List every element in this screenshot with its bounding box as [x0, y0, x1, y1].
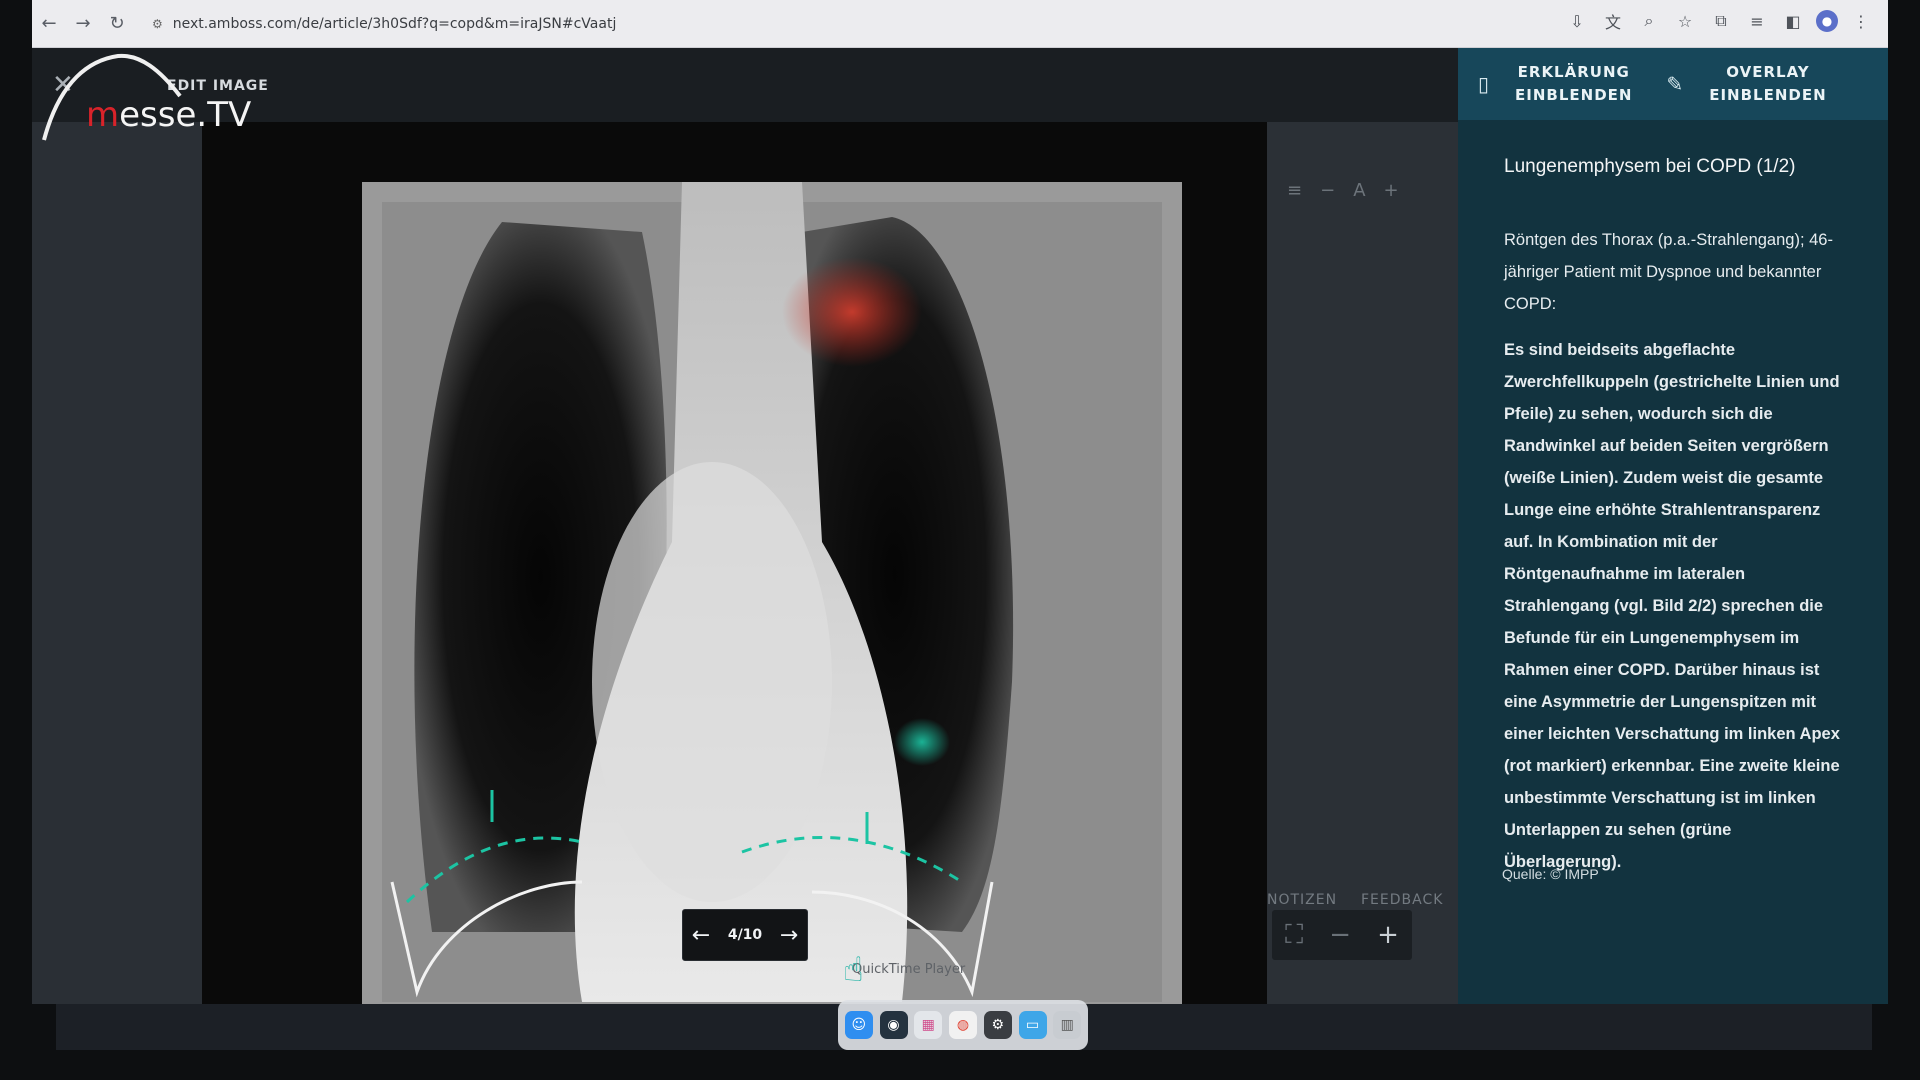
fullscreen-icon[interactable]: ⛶ — [1285, 920, 1303, 951]
explanation-intro: Röntgen des Thorax (p.a.-Strahlengang); … — [1504, 231, 1833, 313]
launchpad-icon[interactable]: ▦ — [914, 1011, 943, 1039]
back-icon[interactable]: ← — [32, 7, 66, 41]
explanation-body: Es sind beidseits abgeflachte Zwerchfell… — [1504, 341, 1840, 871]
text-smaller-icon[interactable]: − — [1320, 180, 1335, 201]
profile-avatar[interactable]: ● — [1816, 10, 1838, 32]
browser-actions: ⇩ 文 ⌕ ☆ ⧉ ≡ ◧ ● ⋮ — [1564, 8, 1874, 34]
zoom-in-icon[interactable]: + — [1377, 920, 1399, 950]
page-counter: 4/10 — [727, 927, 763, 943]
text-larger-icon[interactable]: + — [1384, 180, 1399, 201]
install-app-icon[interactable]: ⇩ — [1564, 8, 1590, 34]
screenshot: { "browser": { "url": "next.amboss.com/d… — [0, 0, 1920, 1080]
quicktime-label: QuickTime Player — [852, 962, 966, 977]
xray-image — [202, 122, 1267, 1004]
screen-capture-icon[interactable]: ◉ — [879, 1011, 908, 1039]
text-size-tools: ≡ − A + — [1287, 180, 1399, 201]
extensions-icon[interactable]: ⧉ — [1708, 8, 1734, 34]
font-size-icon[interactable]: A — [1353, 180, 1365, 201]
prev-image-icon[interactable]: ← — [692, 923, 710, 948]
image-source: Quelle: © IMPP — [1502, 866, 1599, 882]
zoom-out-icon[interactable]: − — [1329, 920, 1351, 950]
site-info-icon[interactable]: ⚙ — [152, 17, 163, 31]
image-viewer: ✕ EDIT IMAGE ≡ − A + NOTIZEN FEEDBACK ⛶ … — [32, 48, 1888, 1004]
pencil-icon: ✎ — [1666, 72, 1684, 96]
explanation-title: Lungenemphysem bei COPD (1/2) — [1504, 156, 1796, 177]
menu-icon[interactable]: ⋮ — [1848, 8, 1874, 34]
show-explanation-button[interactable]: ▯ ERKLÄRUNG EINBLENDEN — [1458, 48, 1632, 120]
chest-xray-graphic — [202, 122, 1267, 1004]
zoom-icon[interactable]: ⌕ — [1636, 8, 1662, 34]
address-bar[interactable]: ⚙ next.amboss.com/de/article/3h0Sdf?q=co… — [142, 8, 626, 40]
tab-notes[interactable]: NOTIZEN — [1267, 892, 1337, 908]
chrome-icon[interactable]: ◍ — [949, 1011, 977, 1039]
trash-icon[interactable]: ▥ — [1053, 1011, 1082, 1039]
url-text: next.amboss.com/de/article/3h0Sdf?q=copd… — [172, 15, 617, 32]
show-overlay-button[interactable]: ✎ OVERLAY EINBLENDEN — [1632, 48, 1826, 120]
show-overlay-label: OVERLAY EINBLENDEN — [1709, 62, 1827, 104]
left-strip — [32, 122, 202, 1004]
show-explanation-label: ERKLÄRUNG EINBLENDEN — [1515, 62, 1633, 104]
macos-dock: ☺ ◉ ▦ ◍ ⚙ ▭ ▥ — [838, 1000, 1088, 1050]
explanation-panel: ▯ ERKLÄRUNG EINBLENDEN ✎ OVERLAY EINBLEN… — [1458, 48, 1888, 1004]
explanation-header: ▯ ERKLÄRUNG EINBLENDEN ✎ OVERLAY EINBLEN… — [1458, 48, 1888, 120]
folder-icon[interactable]: ▭ — [1018, 1011, 1047, 1039]
side-panel-icon[interactable]: ◧ — [1780, 8, 1806, 34]
reload-icon[interactable]: ↻ — [100, 7, 134, 41]
next-image-icon[interactable]: → — [780, 923, 798, 948]
tab-feedback[interactable]: FEEDBACK — [1361, 892, 1443, 908]
pointer-hand-icon: ☝ — [843, 950, 864, 990]
zoom-controls: ⛶ − + — [1272, 910, 1412, 960]
browser-toolbar: ← → ↻ ⚙ next.amboss.com/de/article/3h0Sd… — [32, 0, 1888, 48]
translate-icon[interactable]: 文 — [1600, 8, 1626, 34]
messetv-wordmark: messe.TV — [86, 95, 252, 135]
forward-icon[interactable]: → — [66, 7, 100, 41]
image-pager: ← 4/10 → — [682, 909, 808, 961]
bookmark-star-icon[interactable]: ☆ — [1672, 8, 1698, 34]
notes-panel: ≡ − A + NOTIZEN FEEDBACK — [1267, 122, 1458, 1004]
align-icon[interactable]: ≡ — [1287, 180, 1302, 201]
media-icon[interactable]: ≡ — [1744, 8, 1770, 34]
finder-icon[interactable]: ☺ — [844, 1011, 873, 1039]
panel-icon: ▯ — [1478, 72, 1490, 96]
system-settings-icon[interactable]: ⚙ — [983, 1011, 1012, 1039]
